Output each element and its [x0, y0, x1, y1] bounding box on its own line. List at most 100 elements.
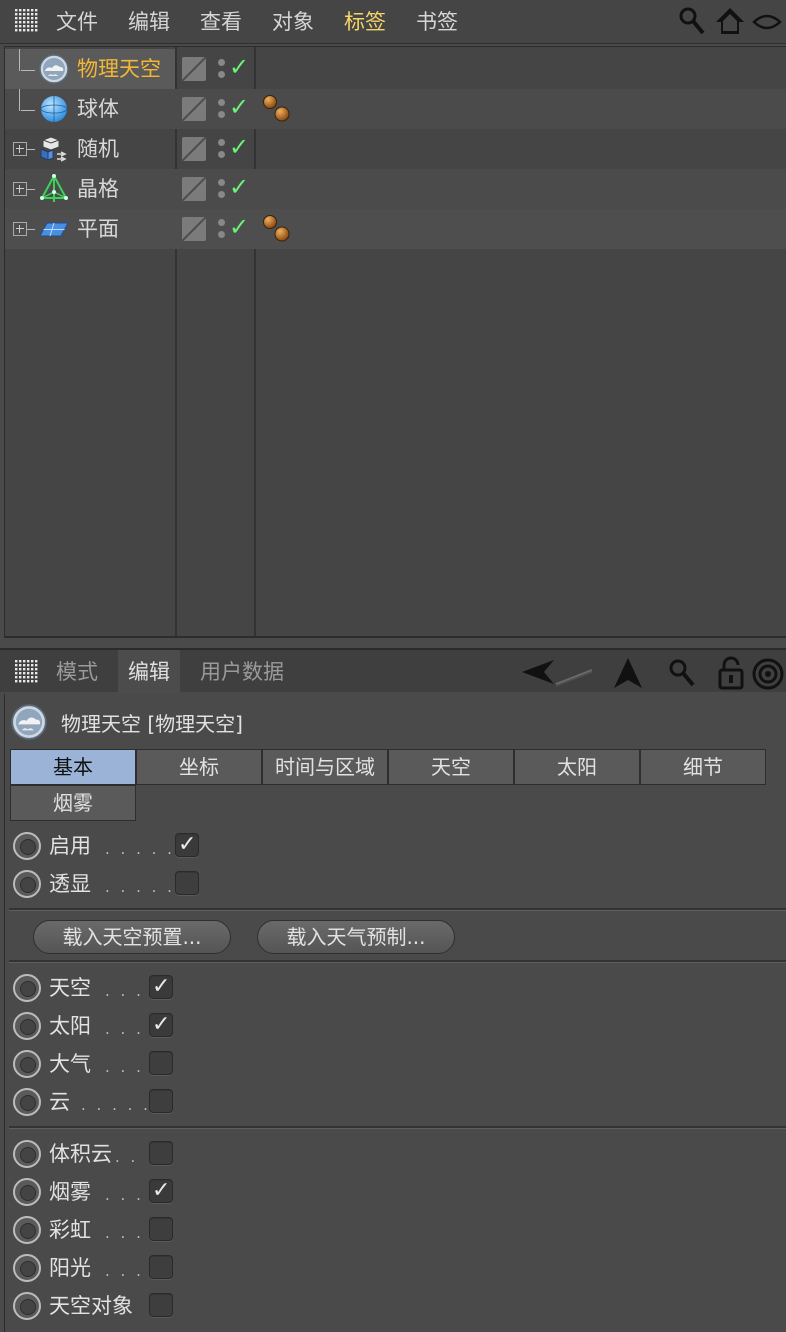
grid-menu-icon[interactable]: [14, 8, 40, 38]
target-icon[interactable]: [752, 658, 784, 694]
expand-icon[interactable]: [13, 222, 27, 236]
layer-flag[interactable]: [182, 97, 206, 121]
home-icon[interactable]: [714, 5, 746, 41]
layer-flag[interactable]: [182, 57, 206, 81]
tree-line: [19, 89, 20, 111]
keyframe-radio[interactable]: [13, 1178, 41, 1206]
object-name[interactable]: 球体: [77, 96, 119, 122]
material-tag-icon[interactable]: [261, 212, 297, 248]
object-row-physical-sky[interactable]: 物理天空 ✓: [5, 49, 786, 89]
visibility-dots[interactable]: [216, 177, 226, 203]
enabled-check-icon[interactable]: ✓: [229, 53, 249, 81]
load-weather-preset-button[interactable]: 载入天气预制...: [257, 920, 455, 954]
rainbow-checkbox[interactable]: [149, 1217, 173, 1241]
separator: [9, 962, 786, 963]
back-arrow-icon[interactable]: [520, 658, 594, 692]
menu-file[interactable]: 文件: [56, 8, 98, 36]
expand-icon[interactable]: [13, 182, 27, 196]
keyframe-radio[interactable]: [13, 1050, 41, 1078]
sun-checkbox[interactable]: ✓: [149, 1012, 173, 1037]
menu-bookmarks[interactable]: 书签: [416, 8, 458, 36]
visibility-dots[interactable]: [216, 217, 226, 243]
keyframe-radio[interactable]: [13, 870, 41, 898]
enabled-check-icon[interactable]: ✓: [229, 93, 249, 121]
search-icon[interactable]: [678, 6, 706, 40]
fog-checkbox[interactable]: ✓: [149, 1178, 173, 1203]
object-row-lattice[interactable]: 晶格 ✓: [5, 169, 786, 209]
keyframe-radio[interactable]: [13, 1254, 41, 1282]
tab-sky[interactable]: 天空: [388, 749, 514, 785]
eye-icon[interactable]: [752, 12, 782, 36]
visibility-dots[interactable]: [216, 137, 226, 163]
param-label: 大气: [49, 1052, 91, 1076]
sunbeams-checkbox[interactable]: [149, 1255, 173, 1279]
layer-flag[interactable]: [182, 177, 206, 201]
volumetric-clouds-checkbox[interactable]: [149, 1141, 173, 1165]
up-arrow-icon[interactable]: [612, 656, 644, 694]
tab-basic[interactable]: 基本: [10, 749, 136, 785]
tab-fog[interactable]: 烟雾: [10, 785, 136, 821]
param-sunbeams: 阳光 . . .: [9, 1250, 779, 1286]
enabled-check-icon[interactable]: ✓: [229, 213, 249, 241]
tab-user-data[interactable]: 用户数据: [190, 650, 294, 694]
tab-mode[interactable]: 模式: [46, 650, 108, 694]
param-dots: . . . . .: [105, 878, 175, 896]
keyframe-radio[interactable]: [13, 1088, 41, 1116]
random-effector-icon: [39, 134, 69, 164]
param-enable: 启用 . . . . . ✓: [9, 828, 779, 864]
tree-line: [27, 149, 35, 150]
visibility-dots[interactable]: [216, 97, 226, 123]
menu-objects[interactable]: 对象: [272, 8, 314, 36]
enabled-check-icon[interactable]: ✓: [229, 173, 249, 201]
tab-sun[interactable]: 太阳: [514, 749, 640, 785]
menu-edit[interactable]: 编辑: [128, 8, 170, 36]
expand-icon[interactable]: [13, 142, 27, 156]
enable-checkbox[interactable]: ✓: [175, 832, 199, 857]
sky-checkbox[interactable]: ✓: [149, 974, 173, 999]
search-icon[interactable]: [668, 658, 696, 692]
object-name[interactable]: 随机: [77, 136, 119, 162]
keyframe-radio[interactable]: [13, 1012, 41, 1040]
atmosphere-checkbox[interactable]: [149, 1051, 173, 1075]
keyframe-radio[interactable]: [13, 832, 41, 860]
layer-flag[interactable]: [182, 137, 206, 161]
param-dots: . . .: [105, 1020, 144, 1038]
object-row-plane[interactable]: 平面 ✓: [5, 209, 786, 249]
transparency-checkbox[interactable]: [175, 871, 199, 895]
sphere-icon: [39, 94, 69, 124]
param-dots: . . . . .: [105, 840, 175, 858]
keyframe-radio[interactable]: [13, 1292, 41, 1320]
object-row-sphere[interactable]: 球体 ✓: [5, 89, 786, 129]
param-label: 烟雾: [49, 1180, 91, 1204]
object-manager-menubar: 文件 编辑 查看 对象 标签 书签: [0, 0, 786, 44]
param-sun: 太阳 . . . ✓: [9, 1008, 779, 1044]
tab-coordinates[interactable]: 坐标: [136, 749, 262, 785]
tree-line: [21, 110, 35, 111]
tab-edit[interactable]: 编辑: [118, 650, 180, 694]
object-row-random[interactable]: 随机 ✓: [5, 129, 786, 169]
attribute-manager-body: 物理天空 [物理天空] 基本 坐标 时间与区域 天空 太阳 细节 烟雾 启用 .…: [4, 694, 786, 1332]
tree-line: [27, 229, 35, 230]
menu-tags[interactable]: 标签: [344, 8, 386, 36]
visibility-dots[interactable]: [216, 57, 226, 83]
param-atmosphere: 大气 . . .: [9, 1046, 779, 1082]
keyframe-radio[interactable]: [13, 1216, 41, 1244]
material-tag-icon[interactable]: [261, 92, 297, 128]
tab-details[interactable]: 细节: [640, 749, 766, 785]
object-name[interactable]: 晶格: [77, 176, 119, 202]
param-dots: . . .: [105, 1186, 144, 1204]
sky-objects-checkbox[interactable]: [149, 1293, 173, 1317]
enabled-check-icon[interactable]: ✓: [229, 133, 249, 161]
load-sky-preset-button[interactable]: 载入天空预置...: [33, 920, 231, 954]
tab-time-location[interactable]: 时间与区域: [262, 749, 388, 785]
keyframe-radio[interactable]: [13, 1140, 41, 1168]
keyframe-radio[interactable]: [13, 974, 41, 1002]
clouds-checkbox[interactable]: [149, 1089, 173, 1113]
param-label: 天空对象: [49, 1294, 133, 1318]
grid-menu-icon[interactable]: [14, 659, 40, 689]
menu-view[interactable]: 查看: [200, 8, 242, 36]
layer-flag[interactable]: [182, 217, 206, 241]
object-name[interactable]: 物理天空: [77, 56, 161, 82]
object-name[interactable]: 平面: [77, 216, 119, 242]
lock-icon[interactable]: [716, 656, 746, 694]
